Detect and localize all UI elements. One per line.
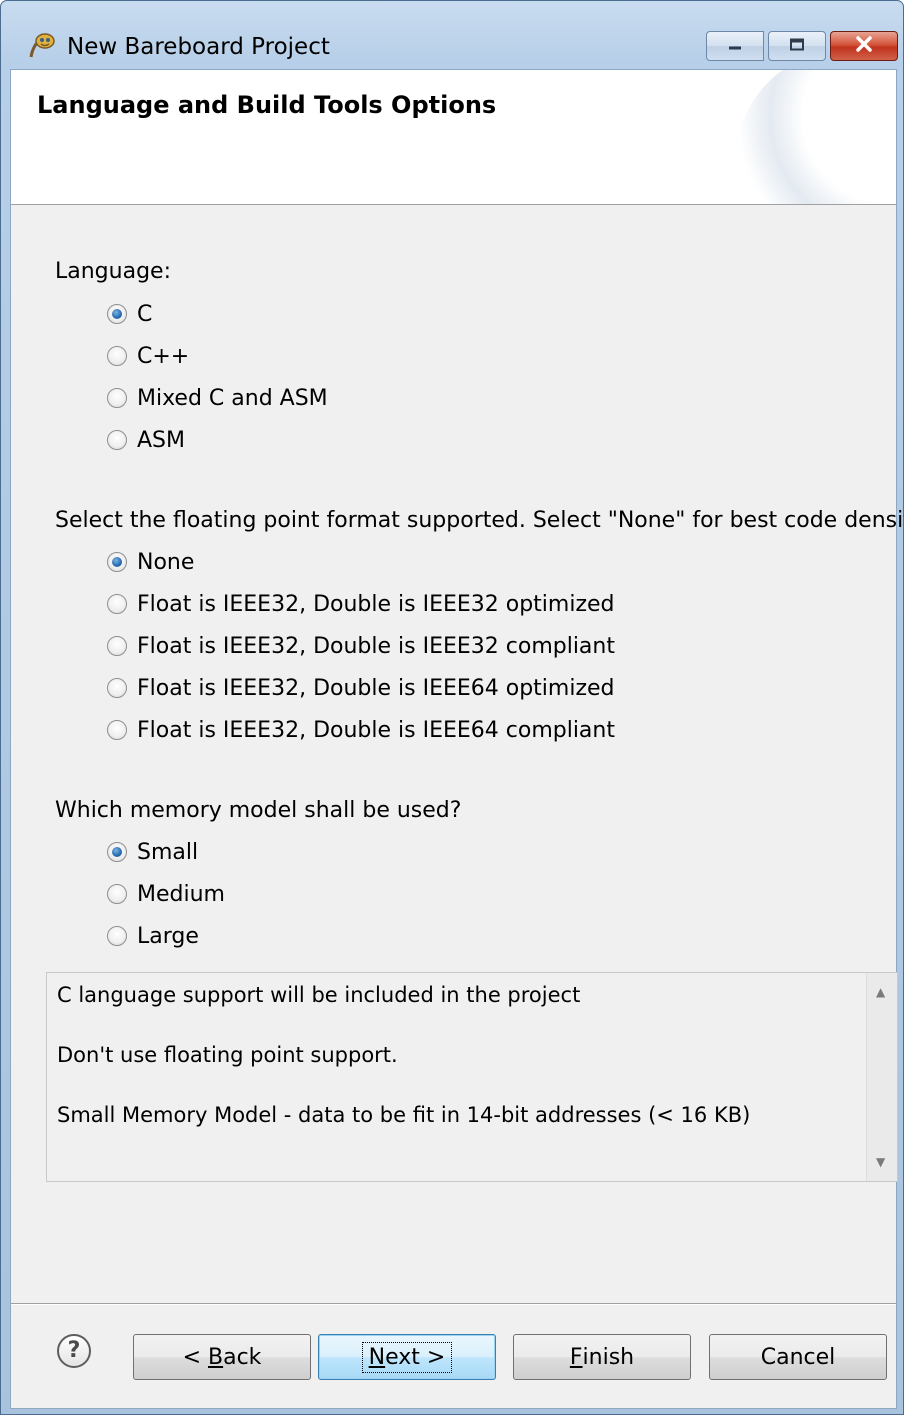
- minimize-button[interactable]: [706, 31, 764, 61]
- radio-label: Float is IEEE32, Double is IEEE32 compli…: [137, 633, 615, 659]
- next-button-mnemonic: N: [368, 1344, 386, 1370]
- scroll-up-icon[interactable]: ▲: [876, 985, 885, 999]
- eclipse-app-icon: [27, 31, 59, 61]
- radio-label: Float is IEEE32, Double is IEEE64 compli…: [137, 717, 615, 743]
- radio-unselected-icon: [107, 636, 127, 656]
- radio-unselected-icon: [107, 926, 127, 946]
- vertical-scrollbar[interactable]: ▲ ▼: [866, 973, 897, 1181]
- language-label: Language:: [55, 259, 171, 284]
- radio-language-mixed[interactable]: Mixed C and ASM: [107, 383, 328, 413]
- radio-selected-icon: [107, 842, 127, 862]
- dialog-window: New Bareboard Project Language and Build…: [0, 0, 904, 1415]
- radio-unselected-icon: [107, 884, 127, 904]
- title-bar[interactable]: New Bareboard Project: [1, 1, 903, 69]
- radio-memory-medium[interactable]: Medium: [107, 879, 225, 909]
- radio-label: C: [137, 301, 153, 327]
- description-line: Don't use floating point support.: [57, 1043, 398, 1067]
- radio-fp-ieee32-ieee32-optimized[interactable]: Float is IEEE32, Double is IEEE32 optimi…: [107, 589, 615, 619]
- floating-point-label: Select the floating point format support…: [55, 508, 904, 533]
- description-line: Small Memory Model - data to be fit in 1…: [57, 1103, 751, 1127]
- radio-label: Float is IEEE32, Double is IEEE32 optimi…: [137, 591, 615, 617]
- maximize-button[interactable]: [768, 31, 826, 61]
- back-button[interactable]: < Back: [133, 1334, 311, 1380]
- radio-language-c[interactable]: C: [107, 299, 152, 329]
- window-title: New Bareboard Project: [67, 34, 330, 60]
- help-icon[interactable]: ?: [57, 1334, 91, 1368]
- radio-language-asm[interactable]: ASM: [107, 425, 185, 455]
- finish-button-mnemonic: F: [569, 1344, 583, 1370]
- radio-label: None: [137, 549, 195, 575]
- radio-unselected-icon: [107, 430, 127, 450]
- header-decoration: [736, 70, 896, 204]
- radio-fp-ieee32-ieee32-compliant[interactable]: Float is IEEE32, Double is IEEE32 compli…: [107, 631, 615, 661]
- maximize-icon: [789, 37, 805, 56]
- radio-label: C++: [137, 343, 190, 369]
- radio-fp-ieee32-ieee64-optimized[interactable]: Float is IEEE32, Double is IEEE64 optimi…: [107, 673, 615, 703]
- radio-memory-small[interactable]: Small: [107, 837, 198, 867]
- page-title: Language and Build Tools Options: [37, 91, 497, 119]
- radio-unselected-icon: [107, 346, 127, 366]
- radio-unselected-icon: [107, 678, 127, 698]
- description-line: C language support will be included in t…: [57, 983, 581, 1007]
- minimize-icon: [727, 37, 743, 56]
- radio-label: Large: [137, 923, 199, 949]
- back-button-mnemonic: B: [208, 1344, 224, 1370]
- radio-label: Mixed C and ASM: [137, 385, 328, 411]
- radio-label: Small: [137, 839, 199, 865]
- wizard-header: Language and Build Tools Options: [11, 70, 896, 205]
- radio-fp-none[interactable]: None: [107, 547, 194, 577]
- radio-label: Float is IEEE32, Double is IEEE64 optimi…: [137, 675, 615, 701]
- radio-label: ASM: [137, 427, 185, 453]
- radio-unselected-icon: [107, 388, 127, 408]
- radio-selected-icon: [107, 304, 127, 324]
- radio-unselected-icon: [107, 594, 127, 614]
- finish-button[interactable]: Finish: [513, 1334, 691, 1380]
- focus-ring: Next >: [361, 1341, 453, 1373]
- close-button[interactable]: [830, 31, 898, 61]
- back-button-rest: ack: [223, 1344, 262, 1370]
- dialog-body: Language and Build Tools Options Languag…: [10, 69, 904, 1409]
- next-button[interactable]: Next >: [318, 1334, 496, 1380]
- scroll-down-icon[interactable]: ▼: [876, 1155, 885, 1169]
- radio-fp-ieee32-ieee64-compliant[interactable]: Float is IEEE32, Double is IEEE64 compli…: [107, 715, 615, 745]
- description-text-area[interactable]: C language support will be included in t…: [46, 972, 898, 1182]
- radio-memory-large[interactable]: Large: [107, 921, 199, 951]
- footer-divider: [11, 1303, 896, 1305]
- radio-unselected-icon: [107, 720, 127, 740]
- radio-selected-icon: [107, 552, 127, 572]
- radio-language-cpp[interactable]: C++: [107, 341, 189, 371]
- close-icon: [855, 36, 873, 56]
- finish-button-rest: inish: [582, 1344, 635, 1370]
- cancel-button[interactable]: Cancel: [709, 1334, 887, 1380]
- memory-model-label: Which memory model shall be used?: [55, 798, 462, 823]
- radio-label: Medium: [137, 881, 225, 907]
- back-button-prefix: <: [182, 1344, 208, 1370]
- next-button-rest: ext >: [385, 1344, 446, 1370]
